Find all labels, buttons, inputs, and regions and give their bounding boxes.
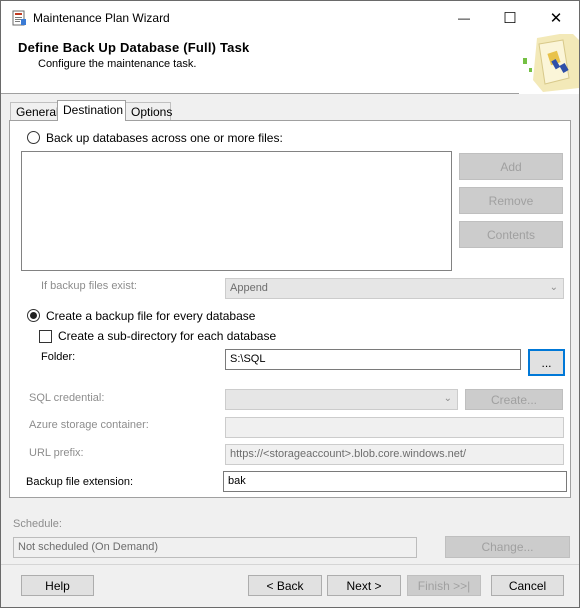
folder-value: S:\SQL xyxy=(230,353,266,365)
close-button[interactable]: ✕ xyxy=(533,1,579,34)
url-prefix-label: URL prefix: xyxy=(29,447,84,459)
folder-input[interactable]: S:\SQL xyxy=(225,349,521,370)
backup-extension-input[interactable]: bak xyxy=(223,471,567,492)
azure-container-label: Azure storage container: xyxy=(29,419,149,431)
contents-button[interactable]: Contents xyxy=(459,221,563,248)
page-title: Define Back Up Database (Full) Task xyxy=(18,40,250,55)
create-credential-button-label: Create... xyxy=(490,392,538,407)
maximize-icon: ☐ xyxy=(503,9,517,27)
change-schedule-button[interactable]: Change... xyxy=(445,536,570,558)
backup-extension-label: Backup file extension: xyxy=(26,476,134,488)
create-subdirectory-checkbox[interactable] xyxy=(39,330,52,343)
schedule-field: Not scheduled (On Demand) xyxy=(13,537,417,558)
title-bar: Maintenance Plan Wizard — ☐ ✕ xyxy=(1,1,579,34)
remove-button[interactable]: Remove xyxy=(459,187,563,214)
page-subtitle: Configure the maintenance task. xyxy=(38,58,197,70)
if-backup-files-exist-value: Append xyxy=(230,282,268,294)
tab-options-label: Options xyxy=(131,105,173,119)
wizard-window: Maintenance Plan Wizard — ☐ ✕ Define Bac… xyxy=(0,0,580,608)
schedule-value: Not scheduled (On Demand) xyxy=(18,541,159,553)
finish-button[interactable]: Finish >>| xyxy=(407,575,481,596)
tab-destination[interactable]: Destination xyxy=(57,100,126,121)
close-icon: ✕ xyxy=(549,9,563,27)
chevron-down-icon: ⌄ xyxy=(443,393,452,404)
tab-general-label: General xyxy=(16,105,59,119)
maintenance-plan-icon xyxy=(11,10,27,26)
schedule-label: Schedule: xyxy=(13,518,62,530)
url-prefix-value: https://<storageaccount>.blob.core.windo… xyxy=(230,448,467,460)
contents-button-label: Contents xyxy=(486,227,536,242)
add-button[interactable]: Add xyxy=(459,153,563,180)
finish-button-label: Finish >>| xyxy=(417,578,471,593)
minimize-button[interactable]: — xyxy=(441,1,487,34)
cancel-button[interactable]: Cancel xyxy=(491,575,564,596)
cancel-button-label: Cancel xyxy=(508,578,547,593)
next-button-label: Next > xyxy=(346,578,382,593)
tab-options[interactable]: Options xyxy=(125,102,173,120)
sql-credential-label: SQL credential: xyxy=(29,392,105,404)
url-prefix-input[interactable]: https://<storageaccount>.blob.core.windo… xyxy=(225,444,564,465)
if-backup-files-exist-label: If backup files exist: xyxy=(41,280,137,292)
if-backup-files-exist-select[interactable]: Append ⌄ xyxy=(225,278,564,299)
help-button[interactable]: Help xyxy=(21,575,94,596)
sql-credential-select[interactable]: ⌄ xyxy=(225,389,458,410)
create-file-per-database-label: Create a backup file for every database xyxy=(46,309,256,323)
backup-extension-value: bak xyxy=(228,475,246,487)
remove-button-label: Remove xyxy=(488,193,534,208)
back-button[interactable]: < Back xyxy=(248,575,322,596)
help-button-label: Help xyxy=(45,578,70,593)
maximize-button[interactable]: ☐ xyxy=(487,1,533,34)
create-file-per-database-radio[interactable] xyxy=(27,309,40,322)
browse-folder-button-label: ... xyxy=(541,355,552,370)
add-button-label: Add xyxy=(500,159,522,174)
next-button[interactable]: Next > xyxy=(327,575,401,596)
create-subdirectory-label: Create a sub-directory for each database xyxy=(58,329,277,343)
browse-folder-button[interactable]: ... xyxy=(528,349,565,376)
wizard-graphic-icon xyxy=(519,32,579,94)
folder-label: Folder: xyxy=(41,351,76,363)
backup-files-list[interactable] xyxy=(21,151,452,271)
azure-container-input[interactable] xyxy=(225,417,564,438)
footer-divider xyxy=(1,564,579,565)
create-credential-button[interactable]: Create... xyxy=(465,389,563,410)
back-button-label: < Back xyxy=(266,578,304,593)
destination-panel: Back up databases across one or more fil… xyxy=(9,120,571,498)
chevron-down-icon: ⌄ xyxy=(549,282,558,293)
backup-across-files-label: Back up databases across one or more fil… xyxy=(46,131,283,145)
backup-across-files-radio[interactable] xyxy=(27,131,40,144)
minimize-icon: — xyxy=(458,10,470,25)
tab-general[interactable]: General xyxy=(10,102,59,120)
tab-destination-label: Destination xyxy=(63,103,124,117)
wizard-header: Define Back Up Database (Full) Task Conf… xyxy=(1,32,579,94)
change-schedule-button-label: Change... xyxy=(481,540,534,554)
window-title: Maintenance Plan Wizard xyxy=(33,11,170,25)
